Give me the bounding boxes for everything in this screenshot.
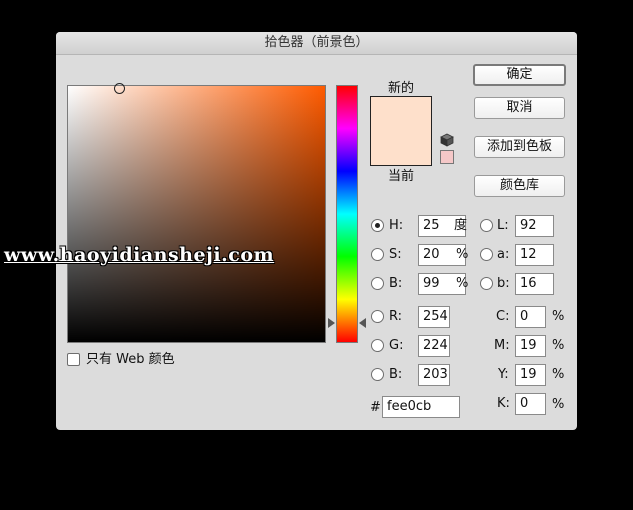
lightness-input[interactable]: 92 [515,215,554,237]
window-title: 拾色器（前景色） [56,32,577,55]
cyan-input[interactable]: 0 [515,306,546,328]
a-channel-label: a: [497,247,510,262]
yellow-label: Y: [498,367,509,382]
cyan-unit: % [552,309,565,324]
color-picker-dialog: 拾色器（前景色） 只有 Web 颜色 新的 当前 确定 取消 添加到色板 颜色库… [56,32,577,430]
hex-label: # [370,400,381,415]
web-colors-checkbox[interactable] [67,353,80,366]
hue-label: H: [389,218,404,233]
web-colors-label: 只有 Web 颜色 [86,352,175,367]
color-field-cursor[interactable] [114,83,125,94]
web-safe-cube-icon[interactable] [440,133,454,147]
hue-slider-left-arrow-icon[interactable] [328,318,335,328]
hue-slider-right-arrow-icon[interactable] [359,318,366,328]
hue-slider[interactable] [336,85,358,343]
green-label: G: [389,338,404,353]
cyan-label: C: [496,309,510,324]
gamut-swatch[interactable] [440,150,454,164]
yellow-unit: % [552,367,565,382]
magenta-unit: % [552,338,565,353]
red-label: R: [389,309,403,324]
hex-input[interactable]: fee0cb [382,396,460,418]
current-color-label: 当前 [388,169,415,184]
blue-label: B: [389,367,403,382]
green-input[interactable]: 224 [418,335,450,357]
saturation-label: S: [389,247,402,262]
color-libraries-button[interactable]: 颜色库 [474,175,565,197]
a-channel-radio[interactable] [480,248,493,261]
b-channel-input[interactable]: 16 [515,273,554,295]
b-channel-radio[interactable] [480,277,493,290]
magenta-label: M: [494,338,510,353]
ok-button[interactable]: 确定 [473,64,566,86]
red-radio[interactable] [371,310,384,323]
hue-radio[interactable] [371,219,384,232]
blue-input[interactable]: 203 [418,364,450,386]
color-field[interactable] [67,85,326,343]
black-label: K: [497,396,510,411]
a-channel-input[interactable]: 12 [515,244,554,266]
add-to-swatches-button[interactable]: 添加到色板 [474,136,565,158]
red-input[interactable]: 254 [418,306,450,328]
magenta-input[interactable]: 19 [515,335,546,357]
saturation-unit: % [456,247,469,262]
saturation-radio[interactable] [371,248,384,261]
green-radio[interactable] [371,339,384,352]
lightness-label: L: [497,218,509,233]
new-color-swatch [370,96,432,166]
black-input[interactable]: 0 [515,393,546,415]
lightness-radio[interactable] [480,219,493,232]
b-channel-label: b: [497,276,510,291]
blue-radio[interactable] [371,368,384,381]
brightness-label: B: [389,276,403,291]
hue-unit: 度 [454,218,468,233]
brightness-unit: % [456,276,469,291]
black-unit: % [552,397,565,412]
yellow-input[interactable]: 19 [515,364,546,386]
brightness-radio[interactable] [371,277,384,290]
cancel-button[interactable]: 取消 [474,97,565,119]
new-color-label: 新的 [388,81,415,96]
watermark: www.haoyidiansheji.com [4,244,275,266]
